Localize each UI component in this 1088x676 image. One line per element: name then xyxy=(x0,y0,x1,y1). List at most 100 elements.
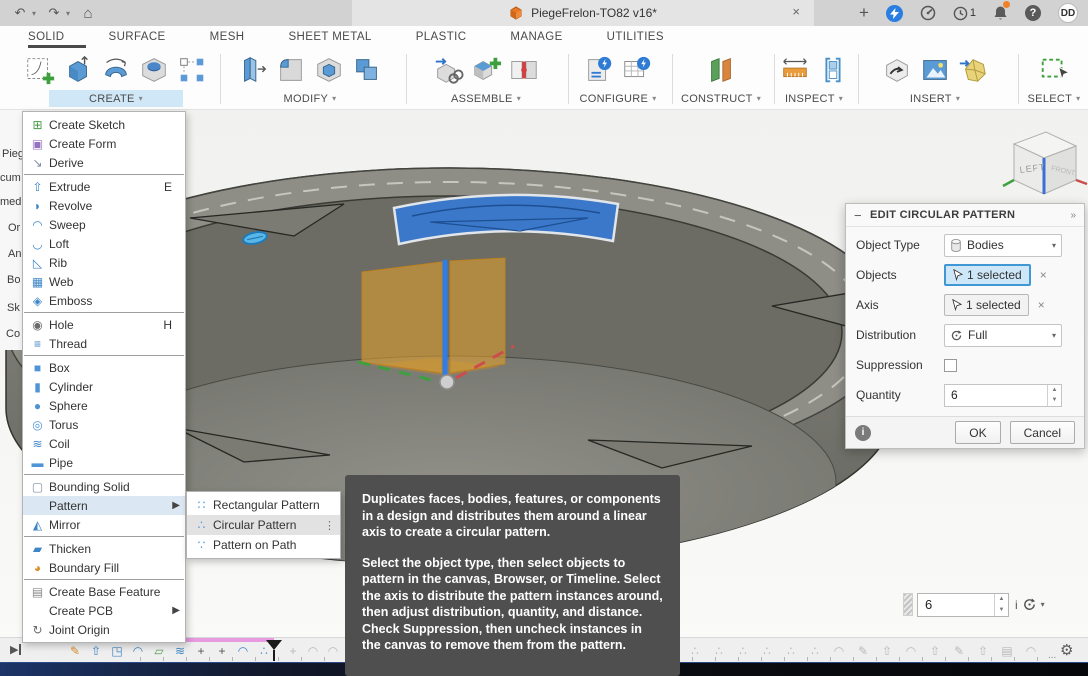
meshy-icon[interactable] xyxy=(955,51,991,89)
timeline-feature-fillet-suppressed[interactable]: ◠ xyxy=(324,643,342,659)
browser-item-fragment[interactable]: Pieg xyxy=(2,148,22,160)
menu-item-revolve[interactable]: ◗Revolve xyxy=(23,196,185,215)
menu-item-rib[interactable]: ◺Rib xyxy=(23,253,185,272)
origin-planes[interactable] xyxy=(362,258,505,376)
timeline-feature-sketch-after-playhead[interactable]: ✎ xyxy=(950,643,968,659)
pattern-icon[interactable] xyxy=(174,51,210,89)
menu-item-pattern[interactable]: Pattern▶ xyxy=(23,496,185,515)
rotation-dropdown-icon[interactable]: ▾ xyxy=(1041,600,1045,609)
menu-item-create-form[interactable]: ▣Create Form xyxy=(23,134,185,153)
help-icon[interactable]: ? xyxy=(1025,2,1041,24)
browser-panel-clipped[interactable]: PiegcummedOrAnBoSkCo xyxy=(0,110,22,350)
tab-utilities[interactable]: UTILITIES xyxy=(607,26,688,48)
select-icon[interactable] xyxy=(1036,51,1072,89)
menu-item-coil[interactable]: ≋Coil xyxy=(23,434,185,453)
tab-solid[interactable]: SOLID xyxy=(28,26,89,48)
menu-item-sphere[interactable]: ●Sphere xyxy=(23,396,185,415)
insertmesh-icon[interactable] xyxy=(879,51,915,89)
menu-item-torus[interactable]: ◎Torus xyxy=(23,415,185,434)
object-type-select[interactable]: Bodies ▾ xyxy=(944,234,1062,257)
timeline-feature-fillet[interactable]: ◠ xyxy=(129,643,147,659)
suppression-checkbox[interactable] xyxy=(944,359,957,372)
timeline-feature-move[interactable]: + xyxy=(213,643,231,659)
menu-item-box[interactable]: ■Box xyxy=(23,358,185,377)
dialog-header[interactable]: − EDIT CIRCULAR PATTERN » xyxy=(846,204,1084,227)
timeline-feature-planes[interactable]: ▱ xyxy=(150,643,168,659)
close-document-icon[interactable]: × xyxy=(792,4,800,19)
create-sketch-icon[interactable] xyxy=(22,51,58,89)
toolbar-group-label-assemble[interactable]: ASSEMBLE▾ xyxy=(441,90,531,107)
timeline-feature-fillet-after-playhead[interactable]: ◠ xyxy=(830,643,848,659)
toolbar-group-label-construct[interactable]: CONSTRUCT▾ xyxy=(671,90,771,107)
revolve-icon[interactable] xyxy=(98,51,134,89)
menu-item-pipe[interactable]: ▬Pipe xyxy=(23,453,185,472)
canvas-icon[interactable] xyxy=(917,51,953,89)
menu-item-cylinder[interactable]: ▮Cylinder xyxy=(23,377,185,396)
drag-handle-icon[interactable] xyxy=(903,593,913,616)
tab-plastic[interactable]: PLASTIC xyxy=(416,26,491,48)
menu-item-boundary-fill[interactable]: ◕Boundary Fill xyxy=(23,558,185,577)
submenu-item-pattern-on-path[interactable]: ∵Pattern on Path xyxy=(187,535,340,555)
new-tab-icon[interactable]: + xyxy=(859,2,869,24)
undo-dropdown-icon[interactable]: ▾ xyxy=(32,9,42,18)
redo-dropdown-icon[interactable]: ▾ xyxy=(66,9,76,18)
menu-item-thread[interactable]: ≡Thread xyxy=(23,334,185,353)
joint-icon[interactable] xyxy=(506,51,542,89)
distribution-select[interactable]: Full ▾ xyxy=(944,324,1062,347)
shell-icon[interactable] xyxy=(311,51,347,89)
quantity-spinner[interactable]: ▲▼ xyxy=(1047,385,1061,406)
menu-item-emboss[interactable]: ◈Emboss xyxy=(23,291,185,310)
timeline-feature-sketch[interactable]: ✎ xyxy=(66,643,84,659)
menu-item-derive[interactable]: ↘Derive xyxy=(23,153,185,172)
menu-item-thicken[interactable]: ▰Thicken xyxy=(23,539,185,558)
timeline-skip-to-end-button[interactable]: ▶ xyxy=(10,643,21,656)
submenu-item-rectangular-pattern[interactable]: ∷Rectangular Pattern xyxy=(187,495,340,515)
timeline-feature-extrude-after-playhead[interactable]: ⇧ xyxy=(878,643,896,659)
timeline-feature-fillet[interactable]: ◠ xyxy=(234,643,252,659)
toolbar-group-label-insert[interactable]: INSERT▾ xyxy=(900,90,970,107)
browser-item-fragment[interactable]: Sk xyxy=(7,302,20,314)
objects-clear-icon[interactable]: × xyxy=(1040,268,1047,282)
menu-item-joint-origin[interactable]: ↻Joint Origin xyxy=(23,620,185,639)
browser-item-fragment[interactable]: cum xyxy=(0,172,21,184)
toolbar-group-label-inspect[interactable]: INSPECT▾ xyxy=(775,90,853,107)
origin-point[interactable] xyxy=(440,375,454,389)
timeline-feature-move-suppressed[interactable]: + xyxy=(284,643,302,659)
timeline-feature-extrude-after-playhead[interactable]: ⇧ xyxy=(926,643,944,659)
quantity-value[interactable]: 6 xyxy=(918,597,994,612)
timeline-feature-fillet-suppressed[interactable]: ◠ xyxy=(304,643,322,659)
tab-surface[interactable]: SURFACE xyxy=(109,26,190,48)
extensions-icon[interactable] xyxy=(920,2,936,24)
avatar[interactable]: DD xyxy=(1058,2,1078,24)
derive-link-icon[interactable] xyxy=(430,51,466,89)
undo-icon[interactable]: ↶ xyxy=(10,3,30,23)
timeline-feature-pattern-after-playhead[interactable]: ∴ xyxy=(686,643,704,659)
menu-item-create-pcb[interactable]: Create PCB▶ xyxy=(23,601,185,620)
collapse-icon[interactable]: − xyxy=(854,208,870,223)
document-tab[interactable]: PiegeFrelon-TO82 v16* × xyxy=(352,0,814,26)
menu-item-create-base-feature[interactable]: ▤Create Base Feature xyxy=(23,582,185,601)
submenu-item-circular-pattern[interactable]: ∴Circular Pattern⋮ xyxy=(187,515,340,535)
timeline-feature-corner[interactable]: ◳ xyxy=(108,643,126,659)
section-icon[interactable] xyxy=(815,51,851,89)
newcomp-icon[interactable] xyxy=(468,51,504,89)
ok-button[interactable]: OK xyxy=(955,421,1000,444)
browser-item-fragment[interactable]: Or xyxy=(8,222,20,234)
tab-mesh[interactable]: MESH xyxy=(210,26,269,48)
browser-item-fragment[interactable]: med xyxy=(0,196,21,208)
quantity-spinner[interactable]: ▲▼ xyxy=(994,594,1008,616)
extrude-icon[interactable] xyxy=(60,51,96,89)
browser-item-fragment[interactable]: An xyxy=(8,248,21,260)
fillet-icon[interactable] xyxy=(273,51,309,89)
config-icon[interactable] xyxy=(581,51,617,89)
item-options-icon[interactable]: ⋮ xyxy=(324,519,335,532)
full-rotation-icon[interactable] xyxy=(1022,597,1037,612)
timeline-feature-pattern-after-playhead[interactable]: ∴ xyxy=(710,643,728,659)
configtable-icon[interactable] xyxy=(619,51,655,89)
expand-panel-icon[interactable]: » xyxy=(1070,210,1076,221)
toolbar-group-label-modify[interactable]: MODIFY▾ xyxy=(274,90,347,107)
timeline-feature-pattern-after-playhead[interactable]: ∴ xyxy=(734,643,752,659)
home-icon[interactable]: ⌂ xyxy=(78,3,98,23)
browser-item-fragment[interactable]: Bo xyxy=(7,274,20,286)
tab-manage[interactable]: MANAGE xyxy=(510,26,586,48)
